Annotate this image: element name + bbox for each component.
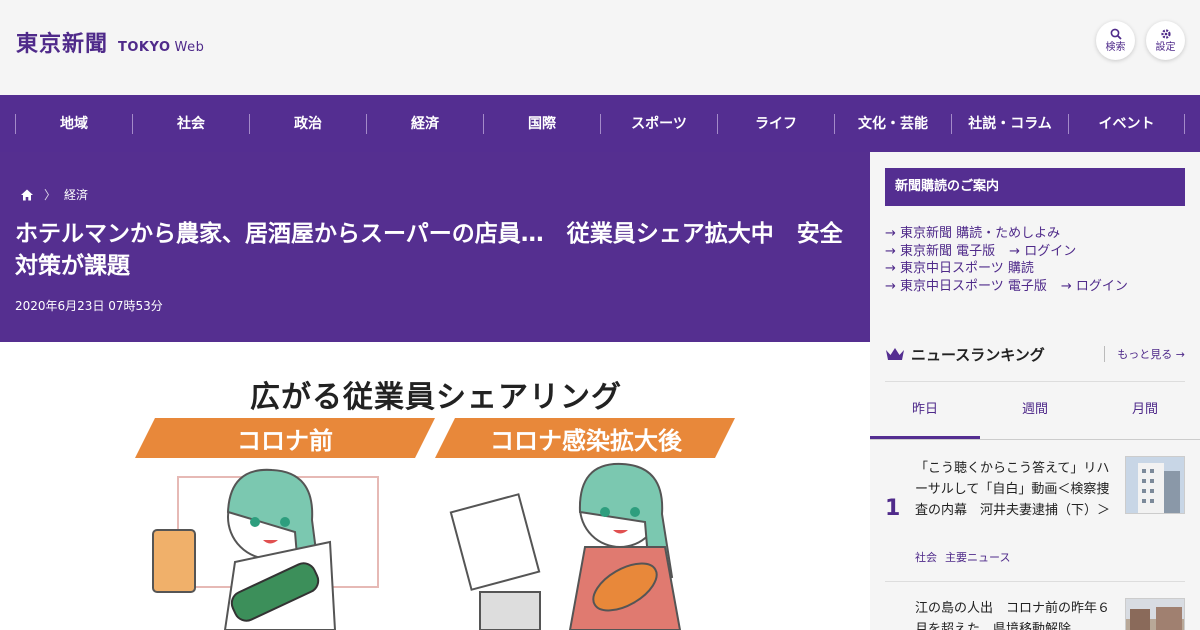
subscription-links: → 東京新聞 購読・ためしよみ → 東京新聞 電子版 → ログイン → 東京中日ス… <box>885 225 1142 295</box>
ranking-title: ニュースランキング <box>911 345 1045 364</box>
nav-item-politics[interactable]: 政治 <box>249 113 366 134</box>
ranking-more-label: もっと見る <box>1117 348 1173 361</box>
home-icon[interactable] <box>20 188 34 202</box>
crown-icon <box>886 348 904 360</box>
nav-item-sports[interactable]: スポーツ <box>600 113 717 134</box>
ranking-more-link[interactable]: もっと見る → <box>1104 346 1185 362</box>
nav-item-economy[interactable]: 経済 <box>366 113 483 134</box>
ranking-item[interactable]: 1 「こう聴くからこう答えて」リハーサルして「自白」動画＜検察捜査の内幕 河井夫… <box>885 456 1185 576</box>
link-tokyo-login[interactable]: → ログイン <box>1009 244 1076 259</box>
search-icon <box>1110 28 1122 40</box>
ranking-tags: 社会 主要ニュース <box>915 549 1018 565</box>
breadcrumb-category[interactable]: 経済 <box>64 186 88 203</box>
article-title: ホテルマンから農家、居酒屋からスーパーの店員… 従業員シェア拡大中 安全対策が課… <box>15 221 843 279</box>
search-label: 検索 <box>1105 42 1126 53</box>
illustration-title: 広がる従業員シェアリング <box>250 380 622 415</box>
logo-japanese: 東京新聞 <box>16 31 109 57</box>
nav-item-society[interactable]: 社会 <box>132 113 249 134</box>
subscription-heading: 新聞購読のご案内 <box>885 168 1185 206</box>
ranking-headline[interactable]: 江の島の人出 コロナ前の昨年６月を超えた 県境移動解除 <box>915 598 1115 630</box>
link-chunichi-subscribe[interactable]: → 東京中日スポーツ 購読 <box>885 261 1034 276</box>
article-header: 〉 経済 ホテルマンから農家、居酒屋からスーパーの店員… 従業員シェア拡大中 安… <box>0 152 870 342</box>
arrow-right-icon: → <box>1175 348 1185 361</box>
ranking-thumbnail[interactable] <box>1125 598 1185 630</box>
ranking-number: 1 <box>885 496 901 521</box>
ranking-tabs: 昨日 週間 月間 <box>870 382 1200 440</box>
site-header: 東京新聞 TOKYO Web 検索 設定 <box>0 0 1200 95</box>
illustration-label-after: コロナ感染拡大後 <box>490 426 682 455</box>
sidebar: 新聞購読のご案内 → 東京新聞 購読・ためしよみ → 東京新聞 電子版 → ログイ… <box>870 152 1200 630</box>
settings-button[interactable]: 設定 <box>1146 21 1185 60</box>
logo-tokyo: TOKYO <box>118 40 171 55</box>
chevron-right-icon: 〉 <box>44 188 57 202</box>
building-thumbnail-graphic <box>1126 457 1184 513</box>
tab-weekly[interactable]: 週間 <box>980 382 1090 439</box>
tab-yesterday[interactable]: 昨日 <box>870 382 980 439</box>
nav-item-events[interactable]: イベント <box>1068 113 1185 134</box>
ranking-thumbnail[interactable] <box>1125 456 1185 514</box>
main-nav: 地域 社会 政治 経済 国際 スポーツ ライフ 文化・芸能 社説・コラム イベン… <box>0 95 1200 152</box>
article-date: 2020年6月23日 07時53分 <box>15 299 163 313</box>
breadcrumb: 〉 経済 <box>20 186 88 203</box>
divider <box>885 581 1185 582</box>
link-tokyo-subscribe[interactable]: → 東京新聞 購読・ためしよみ <box>885 226 1060 241</box>
ranking-header: ニュースランキング もっと見る → <box>885 342 1185 366</box>
street-thumbnail-graphic <box>1126 599 1184 630</box>
tag-main-news[interactable]: 主要ニュース <box>945 551 1010 564</box>
site-logo[interactable]: 東京新聞 TOKYO Web <box>16 26 204 58</box>
nav-item-editorial[interactable]: 社説・コラム <box>951 113 1068 134</box>
nav-item-life[interactable]: ライフ <box>717 113 834 134</box>
nav-item-region[interactable]: 地域 <box>15 113 132 134</box>
logo-web: Web <box>174 40 205 55</box>
ranking-headline[interactable]: 「こう聴くからこう答えて」リハーサルして「自白」動画＜検察捜査の内幕 河井夫妻逮… <box>915 458 1115 521</box>
gear-icon <box>1160 29 1171 39</box>
tag-society[interactable]: 社会 <box>915 551 937 564</box>
link-chunichi-login[interactable]: → ログイン <box>1061 279 1128 294</box>
settings-label: 設定 <box>1155 42 1176 53</box>
link-tokyo-digital[interactable]: → 東京新聞 電子版 <box>885 244 995 259</box>
nav-item-culture[interactable]: 文化・芸能 <box>834 113 951 134</box>
ranking-item[interactable]: 江の島の人出 コロナ前の昨年６月を超えた 県境移動解除 <box>885 598 1185 630</box>
logo-english: TOKYO Web <box>118 40 204 55</box>
nav-item-international[interactable]: 国際 <box>483 113 600 134</box>
link-chunichi-digital[interactable]: → 東京中日スポーツ 電子版 <box>885 279 1047 294</box>
search-button[interactable]: 検索 <box>1096 21 1135 60</box>
tab-monthly[interactable]: 月間 <box>1090 382 1200 439</box>
article-image: 広がる従業員シェアリング コロナ前 コロナ感染拡大後 <box>0 342 870 630</box>
illustration-label-before: コロナ前 <box>237 426 333 455</box>
